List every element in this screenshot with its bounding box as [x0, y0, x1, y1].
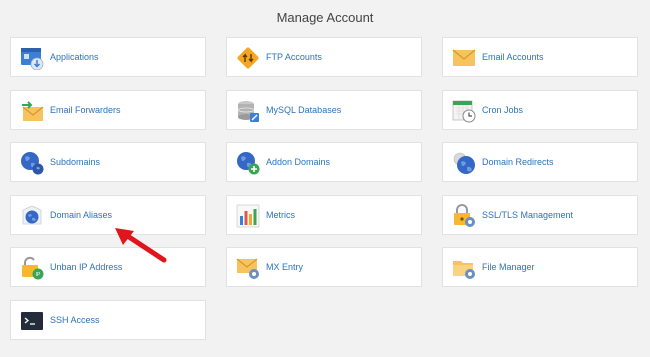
email-accounts-card[interactable]: Email Accounts	[442, 37, 638, 77]
ssh-access-card[interactable]: SSH Access	[10, 300, 206, 340]
file-manager-card[interactable]: File Manager	[442, 247, 638, 287]
ftp-accounts-card[interactable]: FTP Accounts	[226, 37, 422, 77]
ftp-accounts-label: FTP Accounts	[266, 52, 322, 62]
globe-redirect-icon	[453, 152, 475, 174]
addon-domains-card[interactable]: Addon Domains	[226, 142, 422, 182]
mysql-databases-card[interactable]: MySQL Databases	[226, 90, 422, 130]
mysql-databases-label: MySQL Databases	[266, 105, 342, 115]
envelope-icon	[452, 49, 476, 66]
unlock-ip-icon: IP	[22, 256, 44, 280]
envelope-gear-icon	[236, 258, 259, 279]
cron-jobs-card[interactable]: Cron Jobs	[442, 90, 638, 130]
domain-redirects-label: Domain Redirects	[482, 157, 554, 167]
mx-entry-card[interactable]: MX Entry	[226, 247, 422, 287]
annotation-arrow	[115, 228, 167, 263]
globe-add-icon	[237, 152, 260, 175]
ftp-icon	[237, 47, 259, 69]
svg-text:IP: IP	[36, 272, 41, 278]
domain-aliases-label: Domain Aliases	[50, 210, 113, 220]
ssl-tls-management-card[interactable]: SSL/TLS Management	[442, 195, 638, 235]
terminal-icon	[21, 312, 43, 330]
ssl-tls-management-label: SSL/TLS Management	[482, 210, 574, 220]
applications-card[interactable]: Applications	[10, 37, 206, 77]
subdomains-label: Subdomains	[50, 157, 101, 167]
mx-entry-label: MX Entry	[266, 262, 304, 272]
addon-domains-label: Addon Domains	[266, 157, 331, 167]
applications-icon	[21, 48, 44, 70]
calendar-clock-icon	[452, 100, 476, 123]
ssh-access-label: SSH Access	[50, 315, 100, 325]
subdomains-card[interactable]: Subdomains	[10, 142, 206, 182]
folder-gear-icon	[453, 261, 475, 279]
domain-redirects-card[interactable]: Domain Redirects	[442, 142, 638, 182]
email-forwarders-label: Email Forwarders	[50, 105, 121, 115]
unban-ip-address-card[interactable]: IP Unban IP Address	[10, 247, 206, 287]
lock-gear-icon	[454, 204, 475, 227]
domain-aliases-card[interactable]: Domain Aliases	[10, 195, 206, 235]
metrics-label: Metrics	[266, 210, 295, 220]
bar-chart-icon	[236, 204, 260, 228]
email-forward-icon	[22, 101, 44, 121]
applications-label: Applications	[50, 52, 99, 62]
globe-alias-icon	[22, 205, 42, 225]
globe-icon	[21, 152, 44, 175]
email-forwarders-card[interactable]: Email Forwarders	[10, 90, 206, 130]
page-title: Manage Account	[276, 10, 374, 25]
cron-jobs-label: Cron Jobs	[482, 105, 524, 115]
metrics-card[interactable]: Metrics	[226, 195, 422, 235]
file-manager-label: File Manager	[482, 262, 535, 272]
database-icon	[237, 101, 259, 122]
email-accounts-label: Email Accounts	[482, 52, 544, 62]
